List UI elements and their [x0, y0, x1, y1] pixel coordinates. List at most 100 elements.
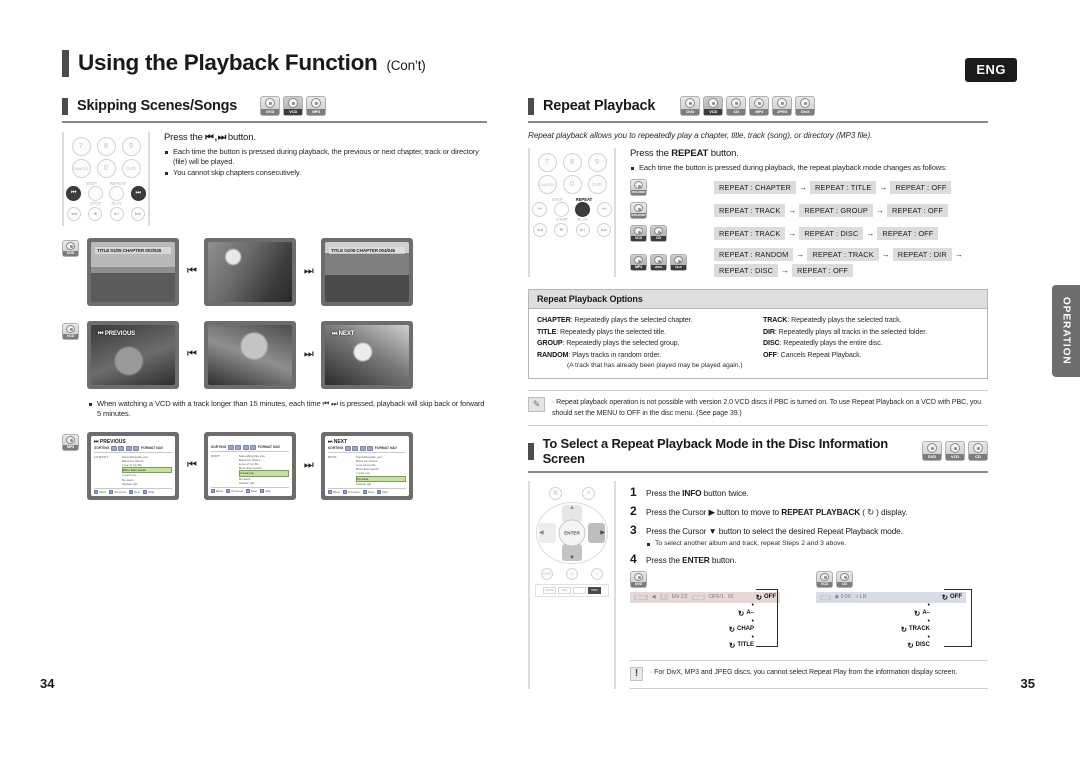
- option-row: GROUP: Repeatedly plays the selected gro…: [537, 338, 753, 350]
- step-row: 3 Press the Cursor ▼ button to select th…: [630, 523, 988, 537]
- arrow-icon: →: [866, 229, 875, 238]
- enter-button: ENTER: [558, 519, 586, 546]
- mp3-btn: Move: [332, 489, 341, 494]
- row-marker-vcd: VCD: [62, 322, 79, 340]
- disc-badge-vcd: VCD: [283, 96, 304, 116]
- row-marker-mp3: MP3: [62, 433, 79, 451]
- disc-badge-jpeg: JPEG: [772, 96, 793, 116]
- option-row: CHAPTER: Repeatedly plays the selected c…: [537, 315, 753, 327]
- repeat-term: REPEAT : TRACK: [807, 248, 879, 261]
- screens-row-mp3: MP3 ⏮ PREVIOUS SORTING FORMAT NAV 1/2 RO…: [62, 431, 487, 500]
- warning-text: For DivX, MP3 and JPEG discs, you cannot…: [650, 667, 957, 678]
- option-term: TRACK: [763, 316, 788, 324]
- arrow-icon: →: [881, 250, 890, 259]
- section-disc-info-header: To Select a Repeat Playback Mode in the …: [528, 436, 988, 473]
- osd-title-chapter: TITLE 01/05 CHAPTER 004/045: [328, 246, 405, 254]
- remote-key-8: 8: [96, 136, 116, 156]
- repeat-sequence-vcd-cd: VCD CD REPEAT : TRACK → REPEAT : DISC → …: [630, 225, 988, 242]
- mp3-track: Uptown girl: [355, 481, 372, 486]
- note-callout: ✎ Repeat playback operation is not possi…: [528, 390, 988, 426]
- mp3-btn: Move: [99, 489, 107, 494]
- repeat-term: REPEAT : GROUP: [799, 204, 873, 217]
- remote-key-0: 0: [562, 174, 582, 194]
- repeat-term: REPEAT : OFF: [792, 264, 854, 277]
- screen-thumbnail: ⏮ PREVIOUS SORTING FORMAT NAV 1/2 ROOT S…: [87, 431, 179, 500]
- disc-badges-repeat: DVD VCD CD MP3 JPEG DivX: [680, 96, 816, 116]
- osd-item: ①: [659, 594, 668, 600]
- repeat-term: REPEAT : OFF: [886, 204, 948, 217]
- disc-badges-skipping: DVD VCD MP3: [260, 96, 327, 116]
- remote-illustration-repeat: 7 8 9 CANCEL 0 DVD STEP REPEAT ⏮ ⏭ STOP …: [528, 147, 616, 277]
- disc-badge-jpeg: JPEG: [650, 254, 667, 271]
- osd-diagram-vcd-cd: VCD CD CD ◉ 0:00 ♫ LR ↻ OFF • ↻ A– • ↻ T…: [816, 570, 972, 651]
- remote-key-info: INFO: [541, 567, 554, 580]
- disc-badge-cd: CD: [726, 96, 747, 116]
- disc-badge-vcd: VCD: [945, 441, 965, 461]
- osd-item: ◀: [651, 594, 656, 600]
- mp3-caption-next: ⏭ NEXT: [327, 438, 348, 445]
- disc-badge-dvd: DVD: [680, 96, 701, 116]
- remote-key-dvd: DVD: [121, 158, 141, 178]
- screens-vcd: ⏮ PREVIOUS ⏮ ⏭ ⏭ NEXT: [87, 320, 413, 389]
- option-desc: : Repeatedly plays the selected group.: [562, 339, 680, 347]
- section-rule: [528, 471, 988, 473]
- remote-key-mode: MODE: [543, 586, 556, 594]
- pencil-icon: ✎: [528, 397, 545, 412]
- remote-key-skip-next: ⏭: [596, 201, 612, 217]
- chain-item: ↻ CHAP: [728, 624, 754, 634]
- disc-badge-vcd: VCD: [703, 96, 724, 116]
- section-rule: [528, 121, 988, 123]
- chain-item: ↻ TITLE: [729, 640, 754, 650]
- option-term: TITLE: [537, 327, 557, 336]
- remote-key-stop: ■: [554, 222, 569, 237]
- chain-item: ↻ TRACK: [900, 624, 930, 634]
- repeat-sequence-mp3-jpeg-divx: MP3 JPEG DivX REPEAT : RANDOM → REPEAT :…: [630, 248, 988, 277]
- option-term: GROUP: [537, 339, 563, 347]
- mp3-tab-icon: [133, 445, 140, 451]
- disc-badge-vcd: VCD: [630, 225, 647, 242]
- chain-dot: •: [927, 601, 930, 609]
- repeat-icon: ↻: [738, 608, 745, 618]
- mp3-sorting-label: SORTING: [210, 445, 227, 449]
- mp3-tab-icon: [367, 445, 374, 451]
- mp3-tab-icon: [110, 445, 117, 451]
- mp3-track: Uptown girl: [238, 480, 255, 485]
- screen-thumbnail: ⏭ NEXT SORTING FORMAT NAV ROOT Something…: [320, 431, 413, 500]
- arrow-icon: →: [798, 183, 807, 192]
- skipping-lead-suffix: button.: [227, 131, 256, 143]
- repeat-term: REPEAT : OFF: [890, 181, 952, 194]
- remote-label-step: STEP: [551, 196, 563, 202]
- option-row: RANDOM: Plays tracks in random order.: [537, 350, 753, 362]
- section-rule: [62, 121, 487, 123]
- arrow-icon: →: [954, 250, 963, 259]
- disc-badge-dvd-audio: DVD-AUDIO: [630, 202, 647, 219]
- repeat-bullet-1: Each time the button is pressed during p…: [630, 163, 988, 174]
- disc-badge-dvd: DVD: [922, 441, 942, 461]
- step-text: Press the INFO button twice.: [646, 487, 749, 498]
- mp3-btn: Skip: [382, 489, 388, 494]
- remote-key-8: 8: [562, 152, 582, 172]
- cursor-down-button: ▼: [562, 543, 582, 561]
- screens-row-vcd: VCD ⏮ PREVIOUS ⏮ ⏭ ⏭ NEXT: [62, 320, 487, 389]
- arrow-icon: →: [796, 250, 805, 259]
- section-title-skipping: Skipping Scenes/Songs: [77, 98, 238, 114]
- osd-item: 02: [727, 594, 734, 600]
- screens-row-dvd: DVD TITLE 01/05 CHAPTER 002/045 ⏮ ⏭ TITL…: [62, 237, 487, 306]
- remote-key-exit: ◑: [590, 567, 603, 580]
- repeat-icon: ↻: [914, 608, 921, 618]
- step-row: 2 Press the Cursor ▶ button to move to R…: [630, 504, 988, 518]
- mp3-btn: Previous: [348, 489, 360, 494]
- mp3-folder: ROOT: [210, 453, 220, 458]
- chain-dot: •: [751, 601, 754, 609]
- arrow-icon: →: [781, 266, 790, 275]
- step-number: 4: [630, 551, 637, 566]
- chain-dot: •: [927, 633, 930, 641]
- repeat-options-left: CHAPTER: Repeatedly plays the selected c…: [537, 315, 753, 370]
- remote-key-skip-prev: ⏮: [532, 201, 548, 217]
- remote-key-return: ↺: [582, 486, 595, 500]
- remote-key-step: [87, 185, 103, 201]
- osd-previous: ⏮ PREVIOUS: [98, 330, 136, 337]
- skipping-lead: Press the ⏮ , ⏭ button.: [164, 132, 487, 143]
- repeat-term: REPEAT : TRACK: [714, 227, 786, 240]
- screen-thumbnail: ⏭ NEXT: [320, 320, 413, 389]
